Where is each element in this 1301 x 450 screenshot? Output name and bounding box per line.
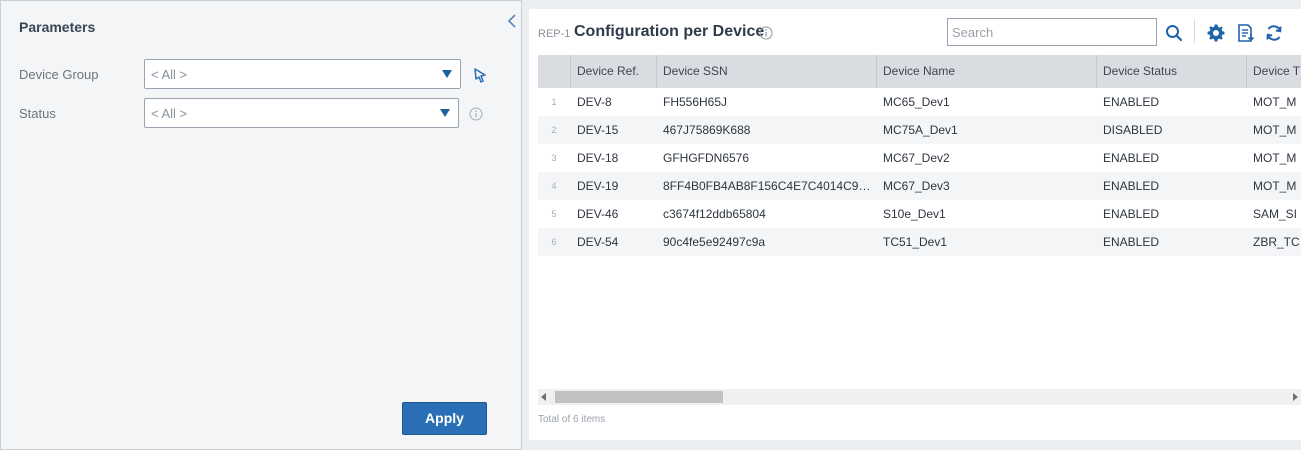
device-group-select[interactable]: < All > xyxy=(144,59,461,89)
cell-device-name: MC75A_Dev1 xyxy=(883,123,958,137)
cell-device-name: S10e_Dev1 xyxy=(883,207,946,221)
table-row[interactable]: 1 DEV-8 FH556H65J MC65_Dev1 ENABLED MOT_… xyxy=(538,88,1301,116)
cell-device-ssn: 8FF4B0FB4AB8F156C4E7C4014C98E… xyxy=(663,179,876,193)
toolbar-divider xyxy=(1194,19,1195,43)
cell-device-status: ENABLED xyxy=(1103,151,1160,165)
device-table: Device Ref. Device SSN Device Name Devic… xyxy=(538,55,1301,388)
column-header-device-status[interactable]: Device Status xyxy=(1096,55,1246,88)
table-row[interactable]: 4 DEV-19 8FF4B0FB4AB8F156C4E7C4014C98E… … xyxy=(538,172,1301,200)
cell-device-status: ENABLED xyxy=(1103,179,1160,193)
cell-device-status: ENABLED xyxy=(1103,95,1160,109)
cell-device-type: MOT_M xyxy=(1253,151,1297,165)
cell-device-ssn: FH556H65J xyxy=(663,95,728,109)
chevron-down-icon xyxy=(442,70,452,78)
export-icon[interactable] xyxy=(1236,23,1256,43)
status-value: < All > xyxy=(151,106,188,121)
cell-device-type: MOT_M xyxy=(1253,123,1297,137)
column-header-device-ref[interactable]: Device Ref. xyxy=(570,55,656,88)
row-number: 5 xyxy=(551,209,557,219)
cell-device-ssn: 90c4fe5e92497c9a xyxy=(663,235,766,249)
apply-button[interactable]: Apply xyxy=(402,402,487,435)
cell-device-type: MOT_M xyxy=(1253,95,1297,109)
cell-device-ref: DEV-15 xyxy=(577,123,619,137)
row-number: 3 xyxy=(551,153,557,163)
column-header-device-type[interactable]: Device T xyxy=(1246,55,1301,88)
table-header: Device Ref. Device SSN Device Name Devic… xyxy=(538,55,1301,88)
total-items: Total of 6 items xyxy=(538,414,606,425)
report-title: Configuration per Device xyxy=(574,23,765,40)
cell-device-type: ZBR_TC xyxy=(1253,235,1300,249)
table-row[interactable]: 2 DEV-15 467J75869K688 MC75A_Dev1 DISABL… xyxy=(538,116,1301,144)
cell-device-ref: DEV-54 xyxy=(577,235,619,249)
table-row[interactable]: 6 DEV-54 90c4fe5e92497c9a TC51_Dev1 ENAB… xyxy=(538,228,1301,256)
chevron-down-icon xyxy=(440,109,450,117)
search-input[interactable] xyxy=(947,18,1157,46)
table-row[interactable]: 3 DEV-18 GFHGFDN6576 MC67_Dev2 ENABLED M… xyxy=(538,144,1301,172)
scroll-left-icon[interactable] xyxy=(541,393,546,401)
info-icon[interactable] xyxy=(759,26,773,40)
table-row[interactable]: 5 DEV-46 c3674f12ddb65804 S10e_Dev1 ENAB… xyxy=(538,200,1301,228)
horizontal-scrollbar[interactable] xyxy=(538,389,1301,405)
cell-device-name: MC67_Dev3 xyxy=(883,179,950,193)
device-group-value: < All > xyxy=(151,67,188,82)
report-panel: REP-1 Configuration per Device Search De… xyxy=(529,9,1301,440)
row-number: 1 xyxy=(551,97,557,107)
report-code: REP-1 xyxy=(538,28,571,40)
app-root: Parameters Device Group < All > Status <… xyxy=(0,0,1301,450)
status-select[interactable]: < All > xyxy=(144,98,459,128)
column-header-device-ssn[interactable]: Device SSN xyxy=(656,55,876,88)
info-icon xyxy=(469,107,483,121)
column-header-device-name[interactable]: Device Name xyxy=(876,55,1096,88)
gear-icon[interactable] xyxy=(1206,23,1226,43)
cell-device-ref: DEV-19 xyxy=(577,179,619,193)
cell-device-status: ENABLED xyxy=(1103,207,1160,221)
cell-device-name: TC51_Dev1 xyxy=(883,235,948,249)
cell-device-name: MC65_Dev1 xyxy=(883,95,950,109)
cell-device-status: DISABLED xyxy=(1103,123,1163,137)
row-number: 4 xyxy=(551,181,557,191)
row-number: 6 xyxy=(551,237,557,247)
device-group-label: Device Group xyxy=(19,67,99,82)
cell-device-ssn: GFHGFDN6576 xyxy=(663,151,750,165)
cell-device-ref: DEV-18 xyxy=(577,151,619,165)
cell-device-ssn: 467J75869K688 xyxy=(663,123,751,137)
cell-device-ssn: c3674f12ddb65804 xyxy=(663,207,766,221)
cell-device-type: SAM_SI xyxy=(1253,207,1298,221)
refresh-icon[interactable] xyxy=(1264,23,1284,43)
cell-device-name: MC67_Dev2 xyxy=(883,151,950,165)
scroll-right-icon[interactable] xyxy=(1293,393,1298,401)
cell-device-ref: DEV-8 xyxy=(577,95,612,109)
cell-device-ref: DEV-46 xyxy=(577,207,619,221)
scrollbar-thumb[interactable] xyxy=(555,391,723,403)
search-icon[interactable] xyxy=(1164,23,1184,43)
status-label: Status xyxy=(19,106,56,121)
parameters-title: Parameters xyxy=(19,19,96,35)
parameters-panel: Parameters Device Group < All > Status <… xyxy=(0,0,522,450)
cell-device-status: ENABLED xyxy=(1103,235,1160,249)
pin-icon[interactable] xyxy=(471,66,489,84)
collapse-panel-icon[interactable] xyxy=(506,13,518,29)
row-number: 2 xyxy=(551,125,557,135)
cell-device-type: MOT_M xyxy=(1253,179,1297,193)
